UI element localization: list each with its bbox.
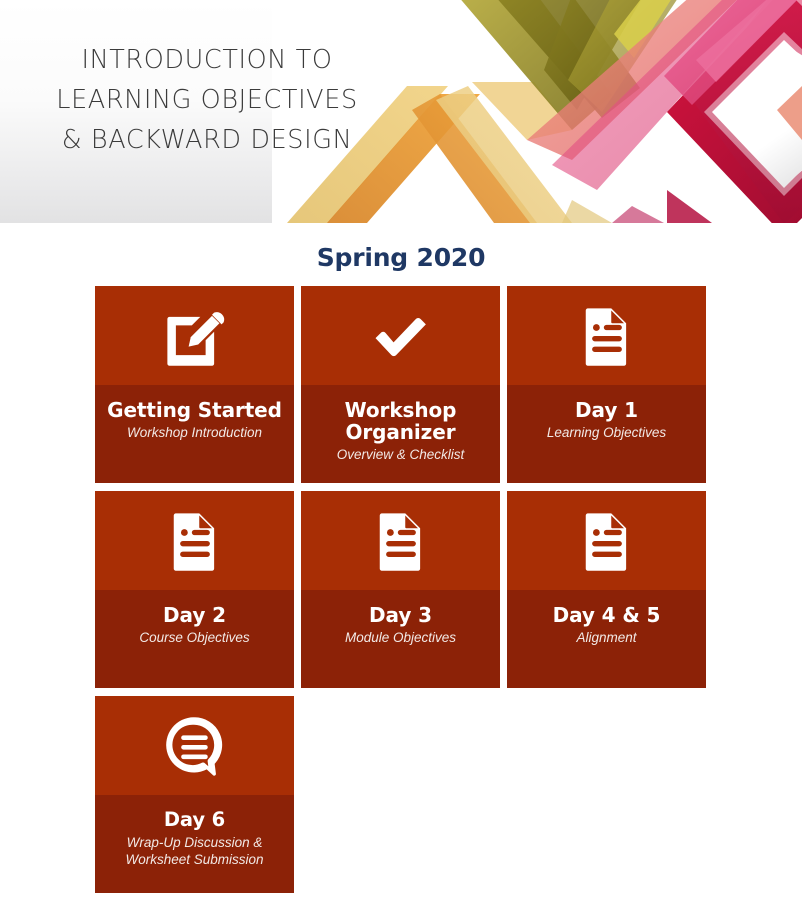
document-icon [585,307,626,366]
page-banner: INTRODUCTION TO LEARNING OBJECTIVES & BA… [0,0,802,223]
module-card-grid: Getting Started Workshop Introduction Wo… [95,286,707,893]
card-label-area: Getting Started Workshop Introduction [95,385,294,483]
card-subtitle: Workshop Introduction [126,425,263,440]
card-icon-area [95,491,294,590]
card-label-area: Workshop Organizer Overview & Checklist [301,385,500,483]
edit-square-icon [166,311,224,366]
card-title: Day 1 [575,398,638,422]
document-icon [585,512,626,571]
document-icon [379,512,420,571]
card-subtitle: Alignment [576,630,637,645]
card-workshop-organizer[interactable]: Workshop Organizer Overview & Checklist [301,286,500,483]
card-icon-area [95,696,294,795]
card-icon-area [507,491,706,590]
card-day-3[interactable]: Day 3 Module Objectives [301,491,500,688]
card-getting-started[interactable]: Getting Started Workshop Introduction [95,286,294,483]
document-icon [173,512,214,571]
card-label-area: Day 6 Wrap-Up Discussion & Worksheet Sub… [95,795,294,893]
card-subtitle: Learning Objectives [546,425,667,440]
card-day-1[interactable]: Day 1 Learning Objectives [507,286,706,483]
card-subtitle: Wrap-Up Discussion & Worksheet Submissio… [125,835,264,867]
card-title: Getting Started [107,398,282,422]
card-title: Day 3 [369,603,432,627]
term-heading: Spring 2020 [316,243,486,272]
card-label-area: Day 1 Learning Objectives [507,385,706,483]
grid-empty-cell [301,696,500,893]
card-label-area: Day 4 & 5 Alignment [507,590,706,688]
card-subtitle: Module Objectives [344,630,457,645]
card-icon-area [507,286,706,385]
banner-title: INTRODUCTION TO LEARNING OBJECTIVES & BA… [56,45,358,155]
discussion-bubble-icon [165,716,222,776]
page-body: Spring 2020 Getting Started Workshop Int… [0,223,802,893]
card-label-area: Day 3 Module Objectives [301,590,500,688]
card-day-2[interactable]: Day 2 Course Objectives [95,491,294,688]
card-day-4-and-5[interactable]: Day 4 & 5 Alignment [507,491,706,688]
card-subtitle: Course Objectives [139,630,250,645]
card-label-area: Day 2 Course Objectives [95,590,294,688]
card-title: Day 6 [163,808,226,831]
card-subtitle: Overview & Checklist [336,447,465,462]
card-title: Workshop Organizer [344,398,457,444]
card-title: Day 4 & 5 [552,603,661,627]
card-icon-area [95,286,294,385]
checkmark-icon [375,317,426,356]
grid-empty-cell [507,696,706,893]
card-icon-area [301,286,500,385]
card-icon-area [301,491,500,590]
card-day-6[interactable]: Day 6 Wrap-Up Discussion & Worksheet Sub… [95,696,294,893]
card-title: Day 2 [163,603,226,627]
